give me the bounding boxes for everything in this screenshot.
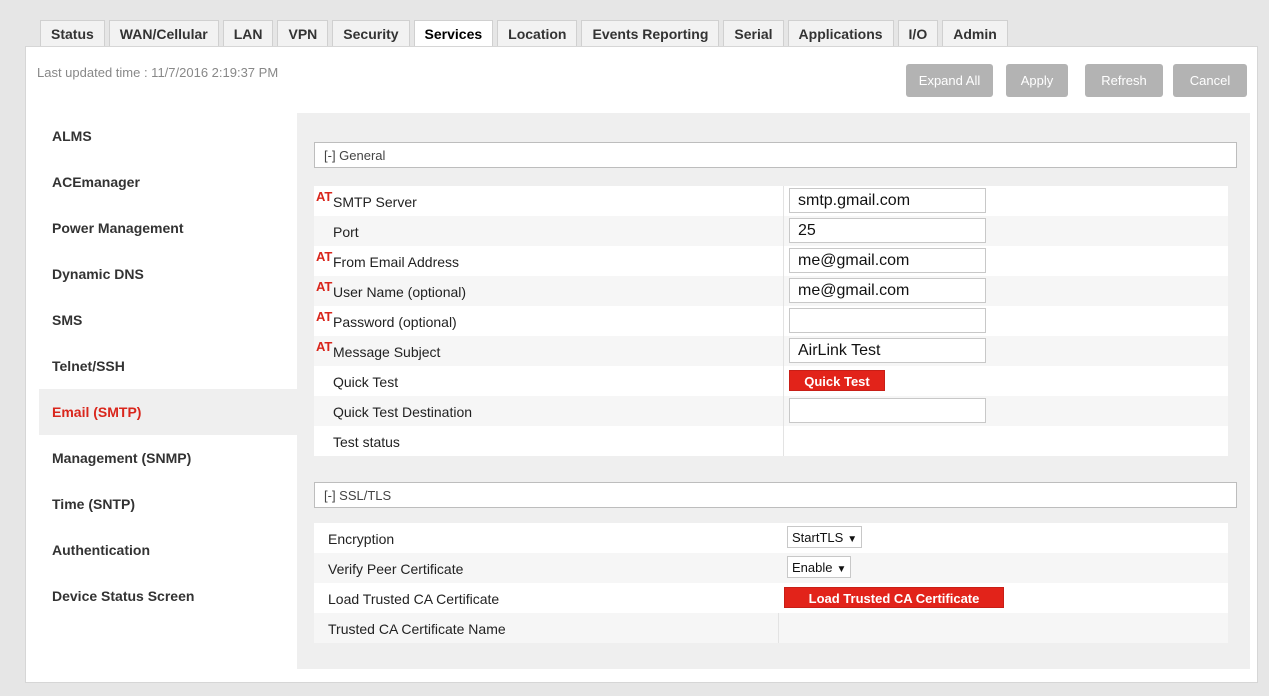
sidebar-item-alms[interactable]: ALMS <box>39 113 297 159</box>
sidebar-item-email-smtp[interactable]: Email (SMTP) <box>39 389 297 435</box>
message-subject-row: AT Message Subject <box>314 336 1228 366</box>
encryption-select[interactable]: StartTLS ▼ <box>787 526 863 548</box>
tab-wan-cellular[interactable]: WAN/Cellular <box>108 20 219 46</box>
column-divider <box>783 246 784 276</box>
sidebar-item-sms[interactable]: SMS <box>39 297 297 343</box>
column-divider <box>783 216 784 246</box>
quick-test-destination-field[interactable] <box>789 398 986 423</box>
top-tab-bar: Status WAN/Cellular LAN VPN Security Ser… <box>40 20 1012 47</box>
at-command-marker: AT <box>316 249 333 264</box>
sidebar-item-device-status-screen[interactable]: Device Status Screen <box>39 573 297 619</box>
user-name-field[interactable] <box>789 278 986 303</box>
at-command-marker: AT <box>316 279 333 294</box>
test-status-row: Test status <box>314 426 1228 456</box>
sidebar: ALMS ACEmanager Power Management Dynamic… <box>39 113 297 619</box>
from-email-row: AT From Email Address <box>314 246 1228 276</box>
verify-peer-select[interactable]: Enable ▼ <box>787 556 852 578</box>
ssl-tls-section-header[interactable]: [-] SSL/TLS <box>314 482 1237 508</box>
password-label: Password (optional) <box>333 314 457 330</box>
column-divider <box>778 613 779 643</box>
column-divider <box>783 336 784 366</box>
at-command-marker: AT <box>316 309 333 324</box>
verify-peer-row: Verify Peer Certificate Enable ▼ <box>314 553 1228 583</box>
quick-test-row: Quick Test Quick Test <box>314 366 1228 396</box>
tab-events-reporting[interactable]: Events Reporting <box>581 20 720 46</box>
main-panel: Last updated time : 11/7/2016 2:19:37 PM… <box>25 46 1258 683</box>
settings-content: [-] General AT SMTP Server Port AT From … <box>297 113 1250 669</box>
ca-name-row: Trusted CA Certificate Name <box>314 613 1228 643</box>
load-ca-row: Load Trusted CA Certificate Load Trusted… <box>314 583 1228 613</box>
user-name-label: User Name (optional) <box>333 284 467 300</box>
cancel-button[interactable]: Cancel <box>1173 64 1247 97</box>
password-field[interactable] <box>789 308 986 333</box>
column-divider <box>783 186 784 216</box>
port-label: Port <box>333 224 359 240</box>
sidebar-item-dynamic-dns[interactable]: Dynamic DNS <box>39 251 297 297</box>
chevron-down-icon: ▼ <box>847 534 858 545</box>
message-subject-field[interactable] <box>789 338 986 363</box>
encryption-selected-value: StartTLS <box>792 530 844 545</box>
from-email-label: From Email Address <box>333 254 460 270</box>
column-divider <box>783 276 784 306</box>
quick-test-destination-row: Quick Test Destination <box>314 396 1228 426</box>
port-field[interactable] <box>789 218 986 243</box>
sidebar-item-telnet-ssh[interactable]: Telnet/SSH <box>39 343 297 389</box>
test-status-label: Test status <box>333 434 400 450</box>
smtp-server-label: SMTP Server <box>333 194 417 210</box>
general-section-header[interactable]: [-] General <box>314 142 1237 168</box>
quick-test-label: Quick Test <box>333 374 399 390</box>
column-divider <box>783 366 784 396</box>
sidebar-item-power-management[interactable]: Power Management <box>39 205 297 251</box>
tab-security[interactable]: Security <box>332 20 410 46</box>
sidebar-item-authentication[interactable]: Authentication <box>39 527 297 573</box>
load-ca-label: Load Trusted CA Certificate <box>328 591 500 607</box>
verify-peer-selected-value: Enable <box>792 560 833 575</box>
encryption-label: Encryption <box>328 531 395 547</box>
expand-all-button[interactable]: Expand All <box>906 64 993 97</box>
apply-button[interactable]: Apply <box>1006 64 1068 97</box>
column-divider <box>783 306 784 336</box>
smtp-server-field[interactable] <box>789 188 986 213</box>
sidebar-item-acemanager[interactable]: ACEmanager <box>39 159 297 205</box>
column-divider <box>783 426 784 456</box>
refresh-button[interactable]: Refresh <box>1085 64 1163 97</box>
tab-applications[interactable]: Applications <box>787 20 894 46</box>
encryption-row: Encryption StartTLS ▼ <box>314 523 1228 553</box>
tab-admin[interactable]: Admin <box>942 20 1008 46</box>
sidebar-item-time-sntp[interactable]: Time (SNTP) <box>39 481 297 527</box>
quick-test-button[interactable]: Quick Test <box>789 370 885 391</box>
at-command-marker: AT <box>316 189 333 204</box>
tab-io[interactable]: I/O <box>897 20 939 46</box>
tab-vpn[interactable]: VPN <box>277 20 329 46</box>
tab-status[interactable]: Status <box>40 20 105 46</box>
at-command-marker: AT <box>316 339 333 354</box>
quick-test-destination-label: Quick Test Destination <box>333 404 473 420</box>
password-row: AT Password (optional) <box>314 306 1228 336</box>
user-name-row: AT User Name (optional) <box>314 276 1228 306</box>
smtp-server-row: AT SMTP Server <box>314 186 1228 216</box>
load-trusted-ca-button[interactable]: Load Trusted CA Certificate <box>784 587 1004 608</box>
chevron-down-icon: ▼ <box>836 564 847 575</box>
verify-peer-label: Verify Peer Certificate <box>328 561 464 577</box>
ca-name-label: Trusted CA Certificate Name <box>328 621 506 637</box>
from-email-field[interactable] <box>789 248 986 273</box>
tab-lan[interactable]: LAN <box>222 20 274 46</box>
message-subject-label: Message Subject <box>333 344 441 360</box>
tab-serial[interactable]: Serial <box>723 20 784 46</box>
tab-location[interactable]: Location <box>497 20 578 46</box>
tab-services[interactable]: Services <box>413 20 494 47</box>
port-row: Port <box>314 216 1228 246</box>
last-updated-time: Last updated time : 11/7/2016 2:19:37 PM <box>37 65 279 80</box>
sidebar-item-management-snmp[interactable]: Management (SNMP) <box>39 435 297 481</box>
column-divider <box>783 396 784 426</box>
